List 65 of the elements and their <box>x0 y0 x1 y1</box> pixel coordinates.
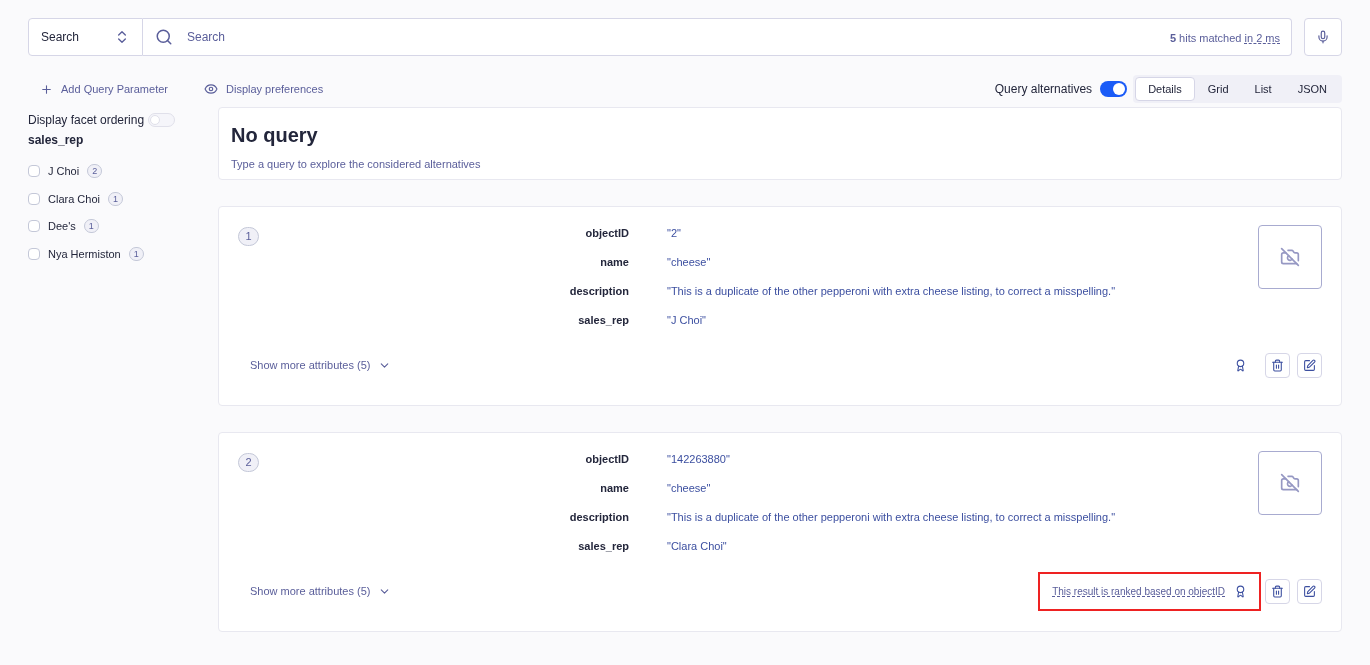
query-alternatives-toggle[interactable] <box>1100 81 1128 97</box>
hits-summary: 5 hits matched in 2 ms <box>1169 31 1280 46</box>
hit-index-badge: 1 <box>238 227 259 246</box>
facet-checkbox[interactable] <box>28 247 40 260</box>
eye-icon <box>204 82 218 96</box>
facet-checkbox[interactable] <box>28 220 40 233</box>
attribute-value: "J Choi" <box>667 313 707 328</box>
attribute-value: "cheese" <box>667 255 712 270</box>
award-icon[interactable] <box>1234 585 1247 598</box>
facet-checkbox[interactable] <box>28 165 40 178</box>
facet-count: 2 <box>87 164 103 179</box>
query-alternatives-label: Query alternatives <box>994 81 1093 98</box>
facet-label[interactable]: Clara Choi <box>48 190 100 207</box>
microphone-icon <box>1316 30 1330 44</box>
attribute-value: "142263880" <box>667 452 731 467</box>
trash-icon <box>1271 359 1284 372</box>
ranking-note-link[interactable]: This result is ranked based on objectID <box>1052 584 1225 599</box>
attribute-key: sales_rep <box>259 538 629 555</box>
facet-ordering-label: Display facet ordering <box>28 112 145 129</box>
attribute-value: "This is a duplicate of the other pepperoni with extra cheese listing, to correct a misspelling." <box>667 510 1117 525</box>
query-subtitle: Type a query to explore the considered alternatives <box>231 157 482 172</box>
attribute-key: sales_rep <box>259 312 629 329</box>
query-title: No query <box>231 123 319 148</box>
facet-label[interactable]: J Choi <box>48 163 80 180</box>
view-tab[interactable]: List <box>1241 77 1285 101</box>
search-mode-select[interactable]: Search <box>28 18 143 56</box>
edit-icon <box>1303 585 1316 598</box>
edit-button[interactable] <box>1297 579 1322 604</box>
attribute-value: "2" <box>667 226 682 241</box>
edit-icon <box>1303 359 1316 372</box>
trash-icon <box>1271 585 1284 598</box>
view-tab[interactable]: JSON <box>1284 77 1340 101</box>
facet-label[interactable]: Dee's <box>48 218 76 235</box>
attribute-key: description <box>259 283 629 300</box>
attribute-value: "Clara Choi" <box>667 539 728 554</box>
attribute-key: objectID <box>259 225 629 242</box>
facet-checkbox[interactable] <box>28 192 40 205</box>
hit-index-badge: 2 <box>238 453 259 472</box>
attribute-key: description <box>259 509 629 526</box>
plus-icon <box>40 82 53 96</box>
no-image-icon <box>1280 473 1300 493</box>
delete-button[interactable] <box>1265 353 1290 378</box>
facet-ordering-toggle[interactable] <box>148 113 176 127</box>
attribute-key: objectID <box>259 451 629 468</box>
facet-count: 1 <box>83 219 99 234</box>
attribute-key: name <box>259 480 629 497</box>
award-icon[interactable] <box>1234 359 1247 372</box>
microphone-button[interactable] <box>1304 18 1342 56</box>
attribute-key: name <box>259 254 629 271</box>
facet-count: 1 <box>107 191 123 206</box>
facet-count: 1 <box>128 246 144 261</box>
facet-label[interactable]: Nya Hermiston <box>48 245 121 262</box>
view-tab[interactable]: Details <box>1135 77 1195 101</box>
show-more-attributes-link[interactable]: Show more attributes (5) <box>250 357 392 374</box>
search-icon <box>155 28 173 46</box>
delete-button[interactable] <box>1265 579 1290 604</box>
attribute-value: "This is a duplicate of the other pepperoni with extra cheese listing, to correct a misspelling." <box>667 284 1117 299</box>
attribute-value: "cheese" <box>667 481 712 496</box>
edit-button[interactable] <box>1297 353 1322 378</box>
no-image-icon <box>1280 247 1300 267</box>
add-query-parameter-button[interactable]: Add Query Parameter <box>40 80 168 98</box>
show-more-attributes-link[interactable]: Show more attributes (5) <box>250 583 392 600</box>
view-tab[interactable]: Grid <box>1194 77 1242 101</box>
display-preferences-button[interactable]: Display preferences <box>204 80 324 98</box>
facet-attribute-title: sales_rep <box>28 132 85 149</box>
